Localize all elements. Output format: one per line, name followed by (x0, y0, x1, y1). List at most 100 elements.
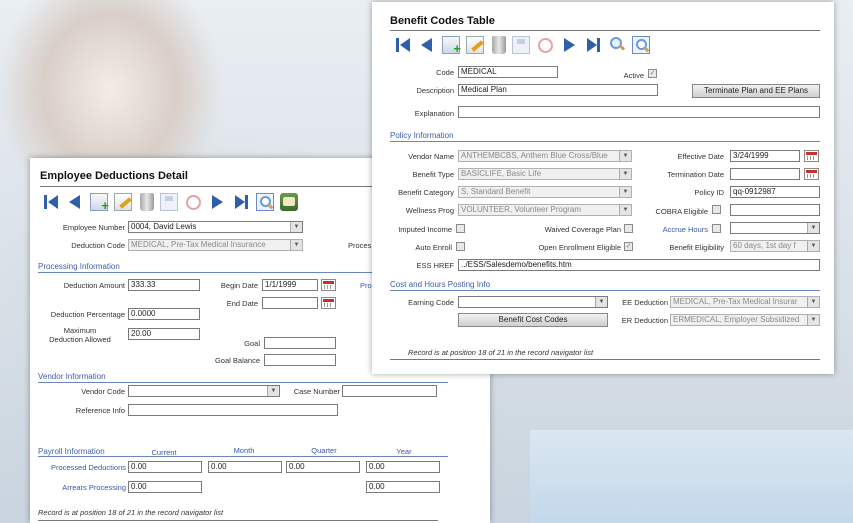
section-divider (390, 141, 820, 142)
waived-coverage-label: Waived Coverage Plan (544, 225, 621, 234)
case-number-input[interactable] (342, 385, 437, 397)
cobra-eligible-checkbox[interactable] (712, 205, 721, 214)
accrue-hours-checkbox[interactable] (712, 224, 721, 233)
active-label: Active (623, 71, 644, 80)
accrue-hours-select[interactable]: ▼ (730, 222, 820, 234)
previous-record-icon[interactable] (418, 36, 436, 54)
ess-href-label: ESS HREF (416, 261, 454, 270)
auto-enroll-checkbox[interactable] (456, 242, 465, 251)
reference-info-input[interactable] (128, 404, 338, 416)
deduction-code-label: Deduction Code (71, 241, 125, 250)
calendar-icon[interactable] (804, 150, 819, 162)
benefit-codes-panel: Benefit Codes Table Code MEDICAL Active … (372, 2, 834, 374)
terminate-plan-button[interactable]: Terminate Plan and EE Plans (692, 84, 820, 98)
deduction-amount-input[interactable]: 333.33 (128, 279, 200, 291)
edit-record-icon[interactable] (114, 193, 132, 211)
waived-coverage-checkbox[interactable] (624, 224, 633, 233)
accrue-hours-label: Accrue Hours (662, 225, 708, 234)
employee-number-select[interactable]: 0004, David Lewis ▼ (128, 221, 303, 233)
goal-input[interactable] (264, 337, 336, 349)
last-record-icon[interactable] (584, 36, 602, 54)
ee-deduction-select[interactable]: MEDICAL, Pre-Tax Medical Insurar ▼ (670, 296, 820, 308)
begin-date-input[interactable]: 1/1/1999 (262, 279, 318, 291)
open-enrollment-checkbox[interactable]: ✓ (624, 242, 633, 251)
chevron-down-icon: ▼ (619, 151, 631, 161)
report-icon[interactable] (280, 193, 298, 211)
chevron-down-icon: ▼ (619, 169, 631, 179)
ee-deduction-label: EE Deduction (622, 298, 668, 307)
first-record-icon[interactable] (42, 193, 60, 211)
cancel-icon[interactable] (184, 193, 202, 211)
section-divider (390, 290, 820, 291)
add-record-icon[interactable] (442, 36, 461, 56)
benefit-eligibility-select[interactable]: 60 days, 1st day f ▼ (730, 240, 820, 252)
earning-code-select[interactable]: ▼ (458, 296, 608, 308)
emp-toolbar (42, 191, 304, 213)
processed-quarter-input[interactable]: 0.00 (286, 461, 360, 473)
deduction-allowed-label: Deduction Allowed (49, 335, 111, 344)
delete-record-icon[interactable] (492, 36, 506, 54)
edit-record-icon[interactable] (466, 36, 484, 54)
processed-current-input[interactable]: 0.00 (128, 461, 202, 473)
arrears-year-input[interactable]: 0.00 (366, 481, 440, 493)
processing-section-title: Processing Information (38, 262, 120, 271)
end-date-input[interactable] (262, 297, 318, 309)
imputed-income-checkbox[interactable] (456, 224, 465, 233)
benefit-cost-codes-button[interactable]: Benefit Cost Codes (458, 313, 608, 327)
delete-record-icon[interactable] (140, 193, 154, 211)
col-month-label: Month (233, 446, 255, 455)
ess-href-input[interactable]: ../ESS/Salesdemo/benefits.htm (458, 259, 820, 271)
deduction-percentage-input[interactable]: 0.0000 (128, 308, 200, 320)
calendar-icon[interactable] (321, 279, 336, 291)
explanation-input[interactable] (458, 106, 820, 118)
first-record-icon[interactable] (394, 36, 412, 54)
goal-balance-label: Goal Balance (214, 356, 260, 365)
calendar-icon[interactable] (321, 297, 336, 309)
description-input[interactable]: Medical Plan (458, 84, 658, 96)
termination-date-input[interactable] (730, 168, 800, 180)
effective-date-label: Effective Date (677, 152, 724, 161)
open-enrollment-label: Open Enrollment Eligible (538, 243, 621, 252)
next-record-icon[interactable] (208, 193, 226, 211)
employee-number-label: Employee Number (62, 223, 125, 232)
deduction-percentage-label: Deduction Percentage (50, 310, 125, 319)
active-checkbox[interactable]: ✓ (648, 69, 657, 78)
previous-record-icon[interactable] (66, 193, 84, 211)
chevron-down-icon: ▼ (267, 386, 279, 396)
benefit-type-label: Benefit Type (412, 170, 454, 179)
benefit-type-select[interactable]: BASICLIFE, Basic Life ▼ (458, 168, 632, 180)
earning-code-label: Earning Code (408, 298, 454, 307)
benefit-category-select[interactable]: S, Standard Benefit ▼ (458, 186, 632, 198)
cobra-eligible-label: COBRA Eligible (655, 207, 708, 216)
search-advanced-icon[interactable] (632, 36, 650, 54)
er-deduction-label: ER Deduction (621, 316, 668, 325)
search-icon[interactable] (608, 36, 626, 54)
processed-month-input[interactable]: 0.00 (208, 461, 282, 473)
deduction-code-select[interactable]: MEDICAL, Pre-Tax Medical Insurance ▼ (128, 239, 303, 251)
next-record-icon[interactable] (560, 36, 578, 54)
processed-year-input[interactable]: 0.00 (366, 461, 440, 473)
begin-date-label: Begin Date (220, 281, 258, 290)
er-deduction-select[interactable]: ERMEDICAL, Employer Subsidized ▼ (670, 314, 820, 326)
vendor-name-select[interactable]: ANTHEMBCBS, Anthem Blue Cross/Blue ▼ (458, 150, 632, 162)
save-record-icon[interactable] (512, 36, 530, 54)
add-record-icon[interactable] (90, 193, 109, 213)
arrears-current-input[interactable]: 0.00 (128, 481, 202, 493)
goal-balance-input[interactable] (264, 354, 336, 366)
policy-id-input[interactable]: qq-0912987 (730, 186, 820, 198)
effective-date-input[interactable]: 3/24/1999 (730, 150, 800, 162)
save-record-icon[interactable] (160, 193, 178, 211)
vendor-code-select[interactable]: ▼ (128, 385, 280, 397)
last-record-icon[interactable] (232, 193, 250, 211)
wellness-prog-select[interactable]: VOLUNTEER, Volunteer Program ▼ (458, 204, 632, 216)
calendar-icon[interactable] (804, 168, 819, 180)
maximum-deduction-input[interactable]: 20.00 (128, 328, 200, 340)
search-icon[interactable] (256, 193, 274, 211)
code-input[interactable]: MEDICAL (458, 66, 558, 78)
col-year-label: Year (396, 447, 412, 456)
cobra-eligible-input[interactable] (730, 204, 820, 216)
cost-section-title: Cost and Hours Posting Info (390, 280, 491, 289)
chevron-down-icon: ▼ (595, 297, 607, 307)
cancel-icon[interactable] (536, 36, 554, 54)
proces-label: Proces (348, 241, 372, 250)
